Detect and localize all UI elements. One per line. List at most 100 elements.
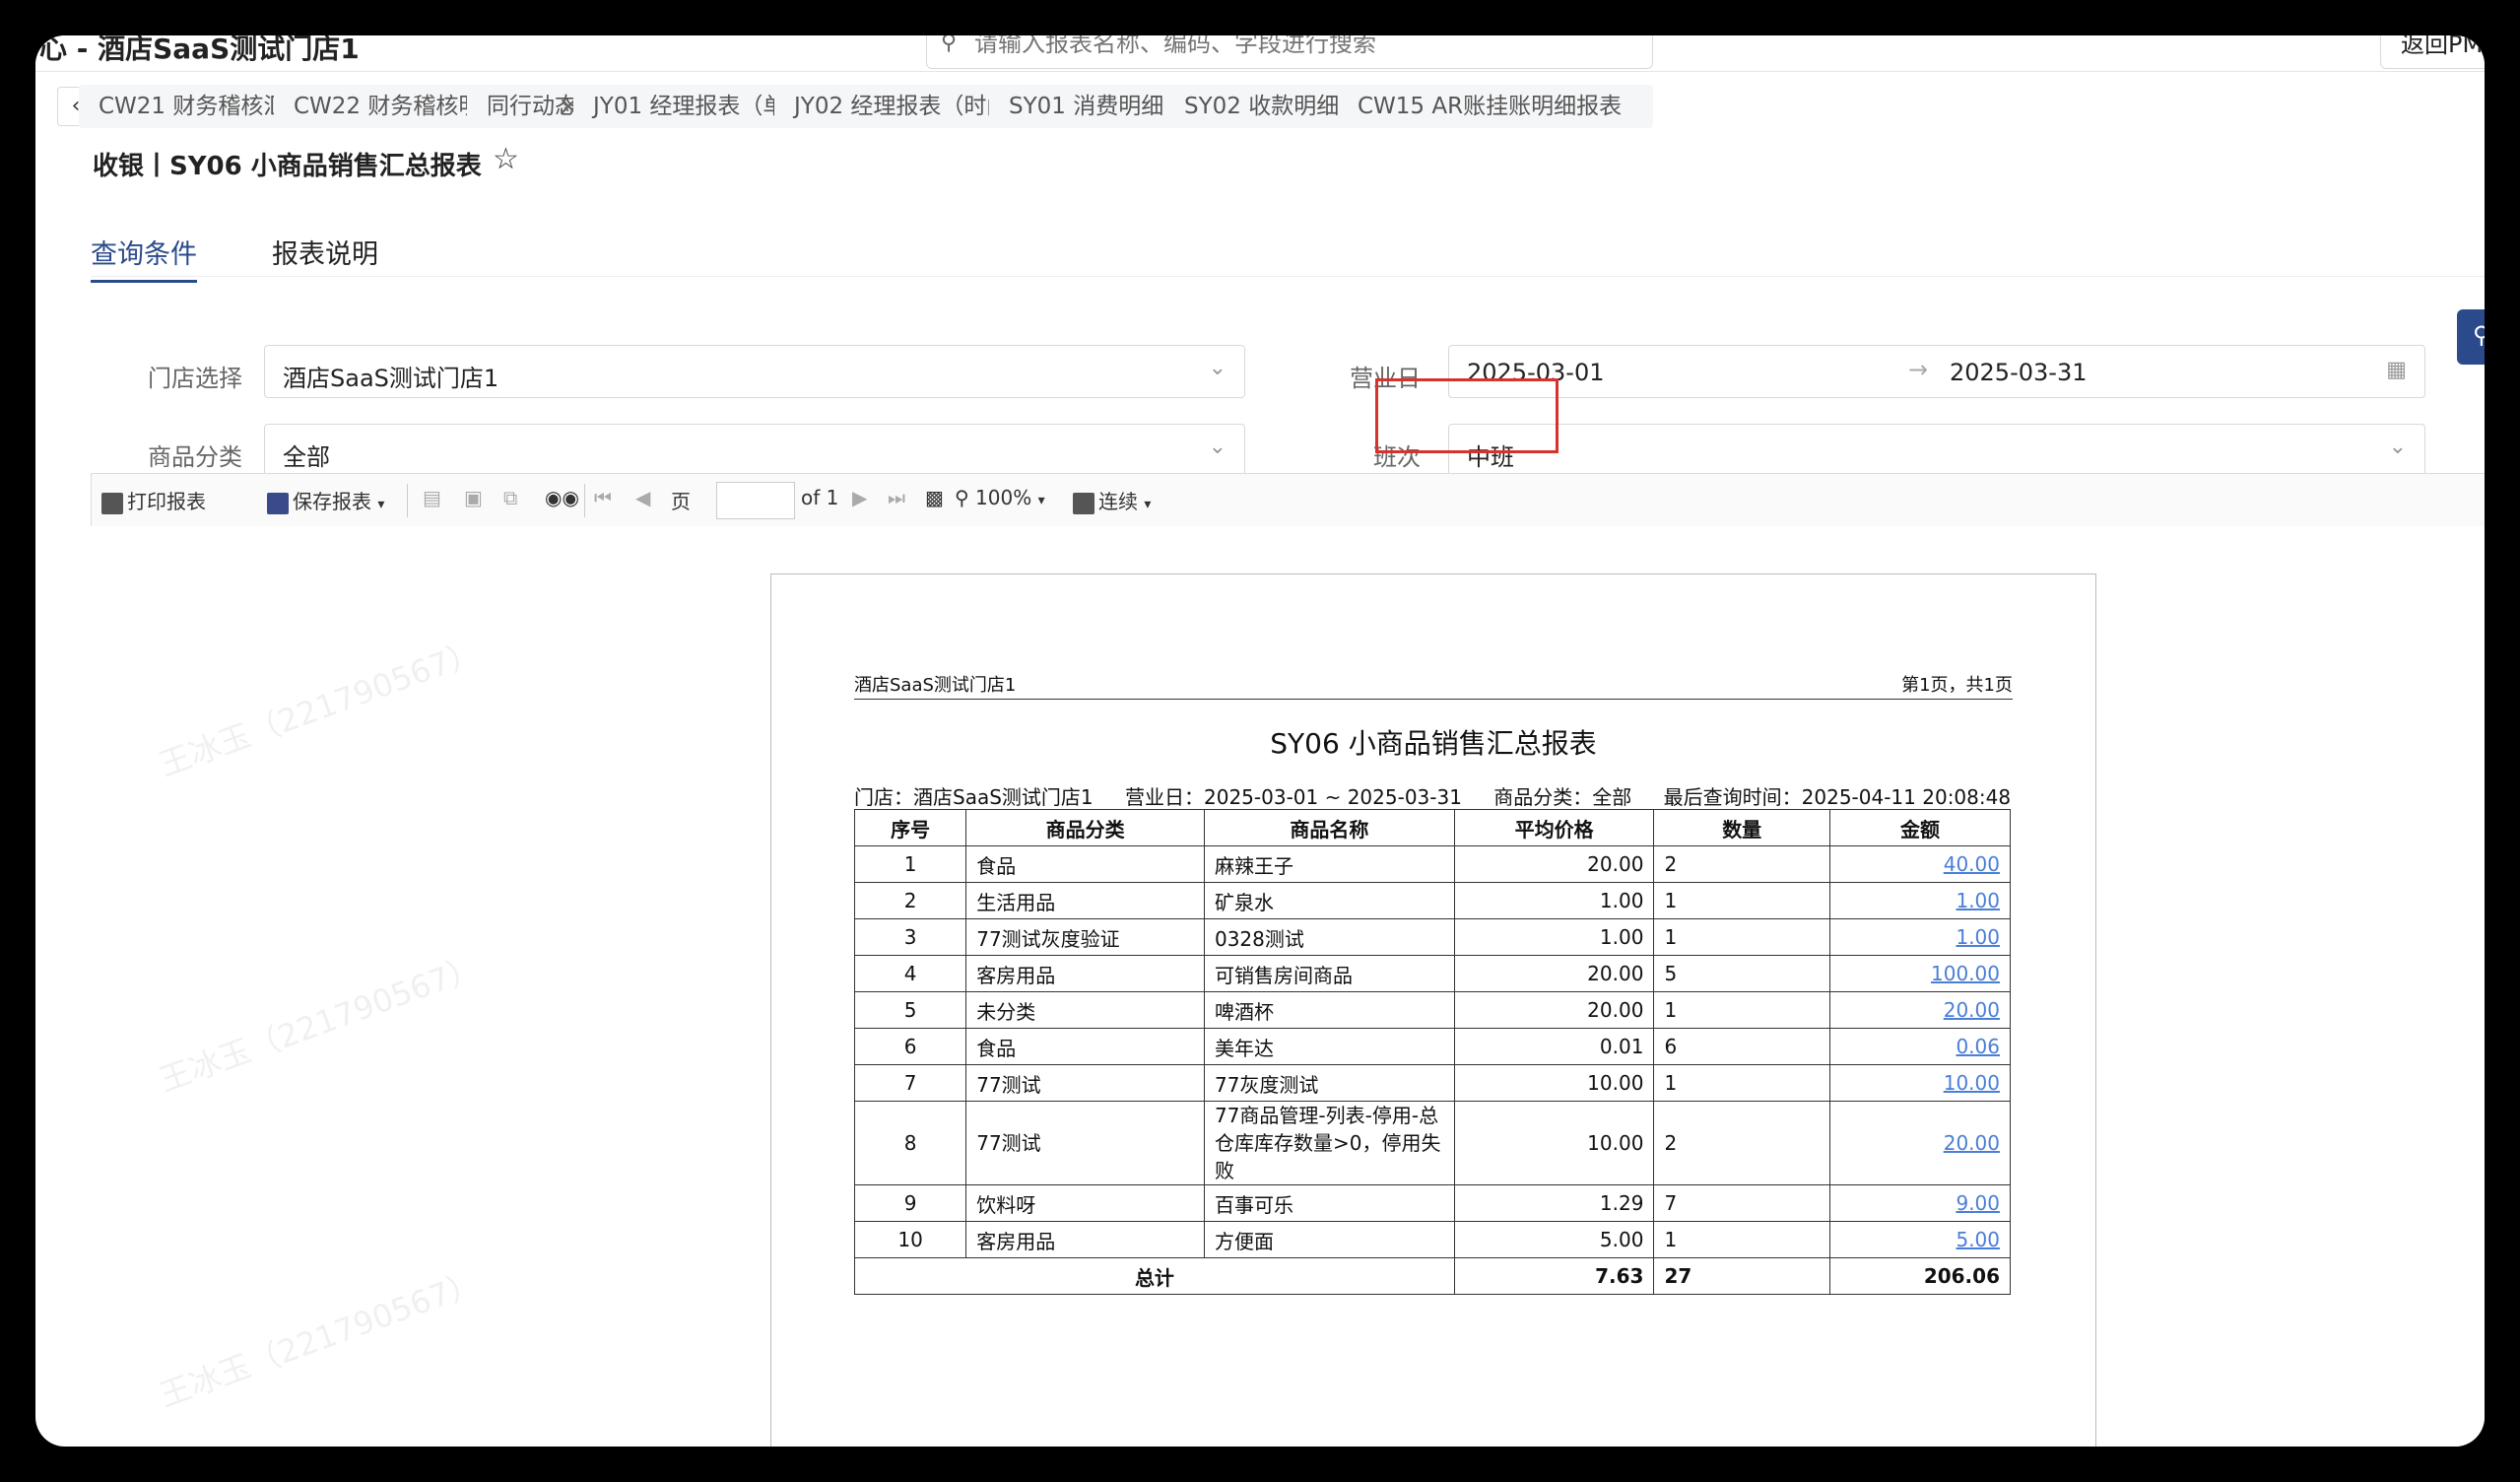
cell-avg: 1.00 [1453, 882, 1655, 919]
zoom-icon: ⚲ [955, 486, 969, 509]
cell-qty: 1 [1653, 882, 1830, 919]
cell-name: 美年达 [1203, 1028, 1455, 1065]
chevron-down-icon: ⌄ [1208, 356, 1227, 380]
parameters-icon[interactable]: ▣ [464, 486, 483, 509]
cell-category: 饮料呀 [965, 1184, 1205, 1222]
tab-query-conditions[interactable]: 查询条件 [91, 233, 197, 283]
category-select[interactable]: 全部 ⌄ [264, 424, 1245, 477]
document-map-icon[interactable]: ▤ [423, 486, 441, 509]
print-layout-icon[interactable]: ▩ [925, 486, 944, 509]
store-label: 门店选择 [148, 365, 242, 392]
last-page-icon[interactable]: ⏭ [888, 486, 905, 509]
col-name: 商品名称 [1203, 809, 1455, 846]
cell-amount-link[interactable]: 9.00 [1828, 1184, 2012, 1222]
report-search-box[interactable]: ⚲ [926, 35, 1653, 69]
report-page: 酒店SaaS测试门店1 第1页，共1页 SY06 小商品销售汇总报表 门店：酒店… [770, 573, 2096, 1447]
cell-amount-link[interactable]: 40.00 [1828, 845, 2012, 883]
cell-no: 3 [853, 918, 967, 956]
caret-down-icon: ▾ [1144, 497, 1152, 512]
cell-amount-link[interactable]: 100.00 [1828, 955, 2012, 992]
cell-amount-link[interactable]: 10.00 [1828, 1064, 2012, 1102]
cell-avg: 1.29 [1453, 1184, 1655, 1222]
calendar-icon[interactable]: ▦ [2386, 358, 2407, 382]
search-icon: ⚲ [2473, 321, 2485, 349]
report-search-input[interactable] [972, 35, 1626, 58]
print-label: 打印报表 [127, 490, 206, 513]
cell-no: 2 [853, 882, 967, 919]
store-value: 酒店SaaS测试门店1 [283, 365, 499, 392]
save-report-button[interactable]: 保存报表 ▾ [267, 486, 384, 514]
report-tabs: ‹ CW21 财务稽核汇总表× CW22 财务稽核明细表× 同行动态× JY01… [35, 85, 2485, 132]
report-table: 序号 商品分类 商品名称 平均价格 数量 金额 1 食品 麻辣王子 20.00 [853, 809, 2012, 1295]
total-qty: 27 [1653, 1257, 1830, 1295]
table-header-row: 序号 商品分类 商品名称 平均价格 数量 金额 [853, 809, 2012, 846]
tab-report-description[interactable]: 报表说明 [272, 233, 378, 271]
cell-qty: 5 [1653, 955, 1830, 992]
cell-no: 9 [853, 1184, 967, 1222]
cell-name: 0328测试 [1203, 918, 1455, 956]
cell-no: 4 [853, 955, 967, 992]
table-row: 5 未分类 啤酒杯 20.00 1 20.00 [853, 991, 2012, 1029]
cell-qty: 2 [1653, 845, 1830, 883]
next-page-icon[interactable]: ▶ [852, 486, 867, 509]
search-icon: ⚲ [941, 35, 958, 55]
favorite-star-icon[interactable]: ☆ [493, 142, 519, 176]
view-mode-dropdown[interactable]: 连续 ▾ [1073, 486, 1151, 514]
cell-amount-link[interactable]: 1.00 [1828, 882, 2012, 919]
chevron-down-icon: ⌄ [1208, 435, 1227, 459]
shift-select[interactable]: 中班 ⌄ [1448, 424, 2425, 477]
cell-name: 百事可乐 [1203, 1184, 1455, 1222]
date-end[interactable]: 2025-03-31 [1950, 359, 2087, 386]
watermark: 王冰玉（221790567） [154, 633, 486, 784]
zoom-dropdown[interactable]: ⚲ 100% ▾ [955, 486, 1045, 509]
sub-tabs: 查询条件 报表说明 [91, 225, 2485, 283]
cell-name: 77灰度测试 [1203, 1064, 1455, 1102]
table-row: 6 食品 美年达 0.01 6 0.06 [853, 1028, 2012, 1065]
caret-down-icon: ▾ [377, 497, 385, 512]
cell-name: 矿泉水 [1203, 882, 1455, 919]
floppy-disk-icon [267, 492, 289, 514]
cell-amount-link[interactable]: 0.06 [1828, 1028, 2012, 1065]
cell-amount-link[interactable]: 20.00 [1828, 991, 2012, 1029]
first-page-icon[interactable]: ⏮ [594, 486, 612, 509]
back-to-pms-button[interactable]: 返回PMS [2380, 35, 2485, 69]
cell-category: 生活用品 [965, 882, 1205, 919]
cell-name: 可销售房间商品 [1203, 955, 1455, 992]
print-report-button[interactable]: 打印报表 [101, 486, 206, 514]
find-binoculars-icon[interactable]: ◉◉ [545, 486, 579, 509]
printer-icon [101, 492, 123, 514]
cell-qty: 7 [1653, 1184, 1830, 1222]
cell-amount-link[interactable]: 1.00 [1828, 918, 2012, 956]
cell-amount-link[interactable]: 20.00 [1828, 1101, 2012, 1185]
table-row: 3 77测试灰度验证 0328测试 1.00 1 1.00 [853, 918, 2012, 956]
cell-no: 6 [853, 1028, 967, 1065]
cell-avg: 10.00 [1453, 1064, 1655, 1102]
copy-icon[interactable]: ⧉ [503, 486, 517, 509]
tab-cw15[interactable]: CW15 AR账挂账明细报表 [1338, 85, 1653, 128]
table-row: 8 77测试 77商品管理-列表-停用-总仓库库存数量>0，停用失败 10.00… [853, 1101, 2012, 1185]
cell-category: 未分类 [965, 991, 1205, 1029]
col-category: 商品分类 [965, 809, 1205, 846]
page-number-input[interactable] [716, 482, 795, 519]
cell-avg: 0.01 [1453, 1028, 1655, 1065]
cell-amount-link[interactable]: 5.00 [1828, 1221, 2012, 1258]
business-day-range[interactable]: 2025-03-01 → 2025-03-31 ▦ [1448, 345, 2425, 398]
cell-no: 10 [853, 1221, 967, 1258]
store-select[interactable]: 酒店SaaS测试门店1 ⌄ [264, 345, 1245, 398]
app-title: 心 - 酒店SaaS测试门店1 [39, 35, 360, 65]
cell-no: 7 [853, 1064, 967, 1102]
table-row: 7 77测试 77灰度测试 10.00 1 10.00 [853, 1064, 2012, 1102]
page-label: 页 [671, 490, 691, 513]
report-viewer[interactable]: 王冰玉（221790567） 王冰玉（221790567） 王冰玉（221790… [91, 526, 2485, 1447]
report-store-header: 酒店SaaS测试门店1 [854, 675, 1017, 696]
previous-page-icon[interactable]: ◀ [635, 486, 650, 509]
cell-avg: 20.00 [1453, 991, 1655, 1029]
page-total: of 1 [801, 486, 839, 509]
query-button[interactable]: ⚲ [2457, 309, 2485, 365]
report-page-info: 第1页，共1页 [1901, 675, 2013, 696]
table-row: 10 客房用品 方便面 5.00 1 5.00 [853, 1221, 2012, 1258]
arrow-right-icon: → [1908, 356, 1929, 383]
cell-qty: 2 [1653, 1101, 1830, 1185]
col-avg-price: 平均价格 [1453, 809, 1655, 846]
table-total-row: 总计 7.63 27 206.06 [854, 1257, 2012, 1295]
